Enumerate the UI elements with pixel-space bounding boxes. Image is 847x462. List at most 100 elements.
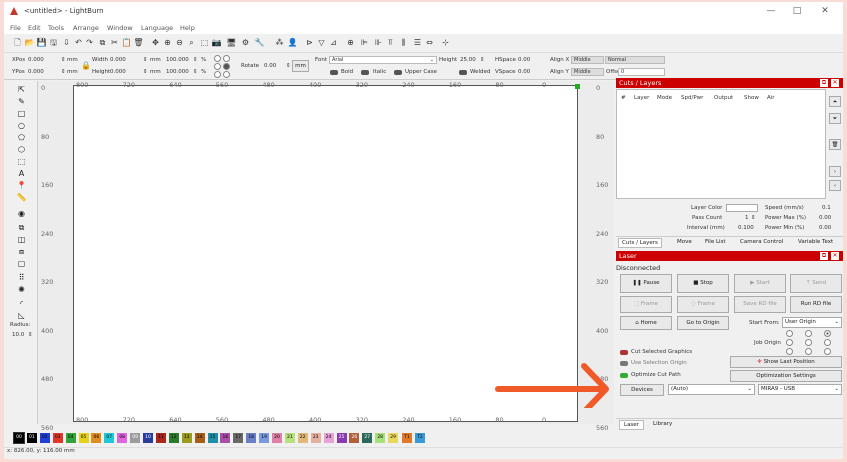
xpos-spin-icon[interactable]: ⇕ [61,57,66,63]
open-file-icon[interactable]: 📂 [24,37,35,48]
text-icon[interactable]: A [16,168,27,179]
measure-icon[interactable]: 📏 [16,192,27,203]
prev-layer-icon[interactable]: ‹ [829,180,841,191]
import-icon[interactable]: ⇩ [61,37,72,48]
palette-swatch[interactable]: 01 [26,433,37,443]
radius-spin-icon[interactable]: ⇕ [28,332,33,338]
align-center-icon[interactable]: ⊕ [345,37,356,48]
boolean-subtract-icon[interactable]: ◫ [16,234,27,245]
hspace-field[interactable]: 0.00 [518,57,530,63]
palette-swatch[interactable]: 10 [143,433,153,443]
layer-color-swatch[interactable] [726,204,758,212]
tab-laser[interactable]: Laser [619,420,644,430]
palette-swatch[interactable]: T2 [415,433,425,443]
new-file-icon[interactable]: 🗋 [12,37,23,48]
show-last-position-button[interactable]: ✛ Show Last Position [730,356,842,368]
palette-swatch[interactable]: 25 [336,433,347,443]
start-from-select[interactable]: User Origin ⌄ [782,317,842,328]
delete-icon[interactable]: 🗑 [133,37,144,48]
mirror-v-icon[interactable]: ▽ [316,37,327,48]
select-icon[interactable]: ⇱ [16,84,27,95]
rotate-icon[interactable]: ⊿ [328,37,339,48]
layers-table[interactable]: # Layer Mode Spd/Pwr Output Show Air [616,89,826,199]
cut-selected-toggle[interactable] [620,350,628,355]
upper-case-toggle[interactable] [394,70,402,75]
copy-icon[interactable]: ⧉ [97,37,108,48]
frame-button[interactable]: ⬚ Frame [620,296,672,313]
delete-layer-icon[interactable]: 🗑 [829,139,841,150]
maximize-button[interactable]: □ [782,4,812,19]
rotate-spin-icon[interactable]: ⇕ [286,63,291,69]
tab-library[interactable]: Library [653,421,672,427]
start-button[interactable]: ▶ Start [734,274,786,293]
palette-swatch[interactable]: 28 [375,433,386,443]
palette-swatch[interactable]: 05 [78,433,89,443]
width-spin-icon[interactable]: ⇕ [143,57,148,63]
camera-icon[interactable]: 📷 [211,37,222,48]
palette-swatch[interactable]: 21 [284,433,295,443]
palette-swatch[interactable]: 06 [91,433,102,443]
next-layer-icon[interactable]: › [829,166,841,177]
palette-swatch[interactable]: 23 [310,433,321,443]
settings-icon[interactable]: ⚙ [240,37,251,48]
interval-value[interactable]: 0.100 [738,225,754,231]
zoom-out-icon[interactable]: ⊖ [174,37,185,48]
alignx-select[interactable]: Middle [571,56,604,64]
palette-swatch[interactable]: 15 [207,433,218,443]
menu-tools[interactable]: Tools [48,24,64,32]
menu-language[interactable]: Language [141,24,173,32]
close-button[interactable]: ✕ [810,4,840,19]
user-icon[interactable]: 👤 [287,37,298,48]
job-origin-radio[interactable] [805,348,812,355]
menu-window[interactable]: Window [107,24,133,32]
boolean-intersect-icon[interactable]: ⧈ [16,246,27,257]
tab-camera-control[interactable]: Camera Control [740,239,783,245]
save-as-icon[interactable]: 🖫 [48,37,59,48]
group-icon[interactable]: ⁂ [274,37,285,48]
pan-icon[interactable]: ✥ [150,37,161,48]
palette-swatch[interactable]: 12 [168,433,179,443]
frame-icon[interactable]: ⬚ [16,156,27,167]
palette-swatch[interactable]: 16 [220,433,231,443]
height-pct-spin-icon[interactable]: ⇕ [193,69,198,75]
job-origin-radio[interactable] [786,348,793,355]
font-height-field[interactable]: 25.00 [460,57,476,63]
radius-field[interactable]: 10.0 [12,332,24,338]
polygon-icon[interactable]: ⬠ [16,132,27,143]
redo-icon[interactable]: ↷ [84,37,95,48]
bold-toggle[interactable] [330,70,338,75]
save-icon[interactable]: 💾 [36,37,47,48]
mirror-h-icon[interactable]: ⊳ [304,37,315,48]
lock-icon[interactable]: 🔒 [81,61,91,70]
rotate-field[interactable]: 0.00 [264,63,276,69]
align-right-icon[interactable]: ⊪ [373,37,384,48]
tab-variable-text[interactable]: Variable Text [798,239,833,245]
tools-icon[interactable]: 🔧 [254,37,265,48]
palette-swatch[interactable]: 08 [117,433,128,443]
font-select[interactable]: Arial ⌄ [329,56,437,64]
palette-swatch[interactable]: 26 [349,433,360,443]
speed-value[interactable]: 0.1 [822,205,831,211]
palette-swatch[interactable]: 14 [194,433,205,443]
zoom-in-icon[interactable]: ⊕ [162,37,173,48]
palette-swatch[interactable]: 11 [155,433,166,443]
weld-icon[interactable]: ◉ [16,208,27,219]
palette-swatch[interactable]: 09 [130,433,141,443]
tab-file-list[interactable]: File List [705,239,726,245]
job-origin-radio-selected[interactable] [824,330,831,337]
pass-count-spin-icon[interactable]: ⇕ [751,215,756,221]
ellipse-icon[interactable]: ○ [16,120,27,131]
monitor-icon[interactable]: 🖥 [226,37,237,48]
devices-button[interactable]: Devices [620,384,664,396]
optimize-cut-toggle[interactable] [620,373,628,378]
palette-swatch[interactable]: 07 [104,433,115,443]
align-left-icon[interactable]: ⊫ [359,37,370,48]
save-rd-button[interactable]: Save RD file [734,296,786,313]
device-select[interactable]: MIRA9 - USB ⌄ [758,384,842,395]
close-laser-panel-icon[interactable]: ✕ [831,252,839,260]
corner-chamfer-icon[interactable]: ◺ [16,310,27,321]
distribute-v-icon[interactable]: ☰ [412,37,423,48]
palette-swatch[interactable]: 04 [65,433,76,443]
job-origin-radio[interactable] [824,348,831,355]
offset-shapes-icon[interactable]: ▢ [16,258,27,269]
